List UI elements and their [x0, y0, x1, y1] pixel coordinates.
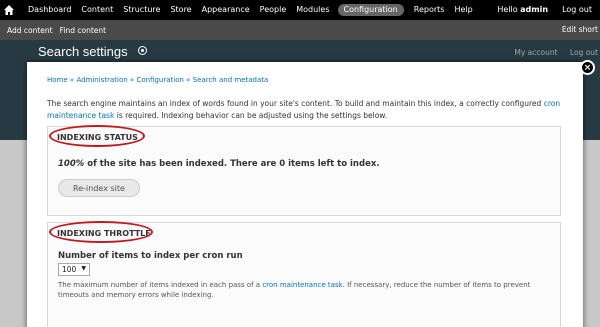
close-icon[interactable]: × — [580, 60, 595, 75]
toolbar-item-help[interactable]: Help — [454, 0, 472, 20]
toolbar-item-modules[interactable]: Modules — [296, 0, 329, 20]
page-title: Search settings — [38, 44, 128, 59]
index-status-message: of the site has been indexed. There are … — [84, 159, 380, 169]
highlight-ring — [49, 221, 153, 243]
toolbar-item-dashboard[interactable]: Dashboard — [28, 0, 71, 20]
hello-text: Hello — [497, 5, 518, 14]
dropdown-arrow-icon: ▼ — [81, 265, 86, 272]
description-start: The maximum number of items indexed in e… — [58, 281, 263, 289]
shortcut-add-content[interactable]: Add content — [7, 26, 53, 35]
reindex-site-button[interactable]: Re-index site — [58, 179, 140, 197]
overlay-dialog: Home » Administration » Configuration » … — [27, 62, 583, 327]
index-percent: 100% — [58, 159, 85, 169]
index-status-text: 100% of the site has been indexed. There… — [58, 159, 380, 169]
username-link[interactable]: admin — [520, 0, 548, 20]
toolbar-item-appearance[interactable]: Appearance — [202, 0, 250, 20]
intro-text-start: The search engine maintains an index of … — [47, 99, 544, 108]
edit-shortcuts-link[interactable]: Edit short — [562, 20, 598, 40]
intro-text: The search engine maintains an index of … — [47, 98, 562, 122]
toolbar-user-area: Hello admin Log out — [497, 0, 592, 20]
admin-toolbar: Dashboard Content Structure Store Appear… — [0, 0, 600, 20]
toolbar-item-store[interactable]: Store — [170, 0, 191, 20]
indexing-status-fieldset: INDEXING STATUS 100% of the site has bee… — [47, 125, 561, 216]
cron-maintenance-task-link[interactable]: cron maintenance task — [262, 281, 342, 289]
toolbar-item-content[interactable]: Content — [81, 0, 113, 20]
breadcrumb-configuration[interactable]: Configuration — [136, 76, 183, 84]
shortcuts-bar: Add content Find content Edit short — [0, 20, 600, 40]
toolbar-item-configuration[interactable]: Configuration — [337, 4, 404, 16]
items-per-cron-value: 100 — [62, 265, 77, 274]
toolbar-item-structure[interactable]: Structure — [123, 0, 160, 20]
shortcut-find-content[interactable]: Find content — [60, 26, 106, 35]
items-per-cron-select[interactable]: 100 ▼ — [58, 263, 90, 276]
breadcrumb-search-metadata[interactable]: Search and metadata — [193, 76, 269, 84]
highlight-ring — [49, 125, 145, 147]
header-user-links: My account Log out — [504, 48, 598, 57]
home-icon[interactable] — [0, 0, 18, 20]
breadcrumb-separator: » — [69, 76, 75, 84]
breadcrumb-administration[interactable]: Administration — [76, 76, 127, 84]
add-shortcut-icon[interactable] — [138, 46, 147, 55]
intro-text-end: is required. Indexing behavior can be ad… — [114, 111, 388, 120]
logout-link[interactable]: Log out — [562, 0, 592, 20]
items-per-cron-description: The maximum number of items indexed in e… — [58, 280, 553, 300]
toolbar-item-reports[interactable]: Reports — [414, 0, 445, 20]
header-logout-link[interactable]: Log out — [570, 48, 598, 57]
indexing-throttle-fieldset: INDEXING THROTTLE Number of items to ind… — [47, 221, 561, 327]
toolbar-item-people[interactable]: People — [260, 0, 287, 20]
breadcrumb-separator: » — [129, 76, 135, 84]
breadcrumb: Home » Administration » Configuration » … — [47, 76, 268, 84]
breadcrumb-home[interactable]: Home — [47, 76, 68, 84]
breadcrumb-separator: » — [186, 76, 191, 84]
my-account-link[interactable]: My account — [514, 48, 557, 57]
items-per-cron-label: Number of items to index per cron run — [58, 251, 243, 261]
